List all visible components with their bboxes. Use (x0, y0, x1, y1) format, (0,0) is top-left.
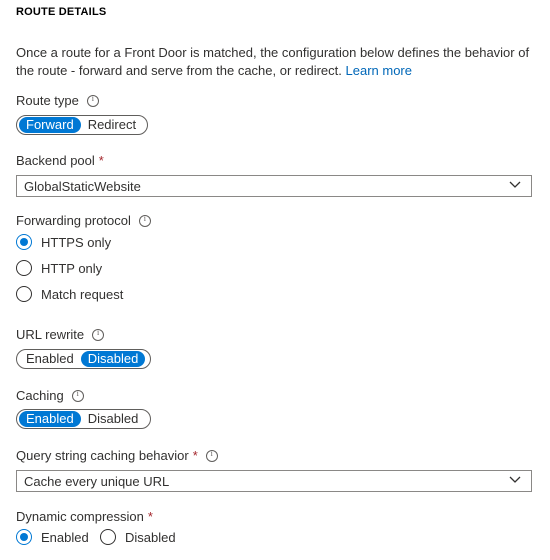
radio-http-only[interactable]: HTTP only (16, 260, 102, 276)
backend-pool-dropdown[interactable]: GlobalStaticWebsite (16, 175, 532, 197)
url-rewrite-label: URL rewrite (16, 327, 105, 342)
description-text: Once a route for a Front Door is matched… (16, 45, 530, 78)
url-rewrite-enabled-option[interactable]: Enabled (19, 351, 81, 367)
info-icon[interactable] (92, 328, 105, 341)
caching-disabled-option[interactable]: Disabled (81, 411, 146, 427)
radio-label: Enabled (41, 529, 89, 545)
radio-label: Disabled (125, 529, 176, 545)
route-type-label: Route type (16, 93, 99, 108)
query-string-value: Cache every unique URL (24, 473, 170, 489)
radio-button-checked[interactable] (16, 234, 32, 250)
chevron-down-icon (509, 181, 521, 188)
required-marker: * (98, 153, 104, 168)
route-type-redirect-option[interactable]: Redirect (81, 117, 143, 133)
info-icon[interactable] (86, 94, 99, 107)
radio-label: Match request (41, 286, 124, 302)
backend-pool-label: Backend pool * (16, 153, 104, 168)
caching-label: Caching (16, 388, 84, 403)
query-string-label-text: Query string caching behavior (16, 448, 189, 463)
route-type-toggle: Forward Redirect (16, 115, 148, 135)
info-icon[interactable] (205, 449, 218, 462)
learn-more-link[interactable]: Learn more (346, 63, 412, 78)
forwarding-protocol-label: Forwarding protocol (16, 213, 151, 228)
url-rewrite-label-text: URL rewrite (16, 327, 85, 342)
route-description: Once a route for a Front Door is matched… (16, 44, 541, 80)
info-icon[interactable] (138, 214, 151, 227)
route-type-forward-option[interactable]: Forward (19, 117, 81, 133)
info-icon[interactable] (71, 389, 84, 402)
query-string-dropdown[interactable]: Cache every unique URL (16, 470, 532, 492)
backend-pool-value: GlobalStaticWebsite (24, 178, 141, 194)
radio-match-request[interactable]: Match request (16, 286, 123, 302)
backend-pool-label-text: Backend pool (16, 153, 95, 168)
radio-compression-enabled[interactable]: Enabled (16, 529, 89, 545)
dynamic-compression-label: Dynamic compression * (16, 509, 153, 524)
radio-https-only[interactable]: HTTPS only (16, 234, 111, 250)
dynamic-compression-label-text: Dynamic compression (16, 509, 144, 524)
forwarding-protocol-label-text: Forwarding protocol (16, 213, 131, 228)
required-marker: * (192, 448, 198, 463)
radio-button[interactable] (16, 260, 32, 276)
radio-label: HTTPS only (41, 234, 112, 250)
caching-toggle: Enabled Disabled (16, 409, 151, 429)
radio-compression-disabled[interactable]: Disabled (100, 529, 176, 545)
query-string-label: Query string caching behavior * (16, 448, 218, 463)
radio-button[interactable] (16, 286, 32, 302)
radio-button[interactable] (100, 529, 116, 545)
radio-label: HTTP only (41, 260, 103, 276)
url-rewrite-toggle: Enabled Disabled (16, 349, 151, 369)
radio-button-checked[interactable] (16, 529, 32, 545)
required-marker: * (147, 509, 153, 524)
caching-label-text: Caching (16, 388, 64, 403)
url-rewrite-disabled-option[interactable]: Disabled (80, 351, 146, 367)
chevron-down-icon (509, 476, 521, 483)
route-type-label-text: Route type (16, 93, 79, 108)
caching-enabled-option[interactable]: Enabled (19, 411, 81, 427)
section-title: ROUTE DETAILS (16, 6, 107, 18)
